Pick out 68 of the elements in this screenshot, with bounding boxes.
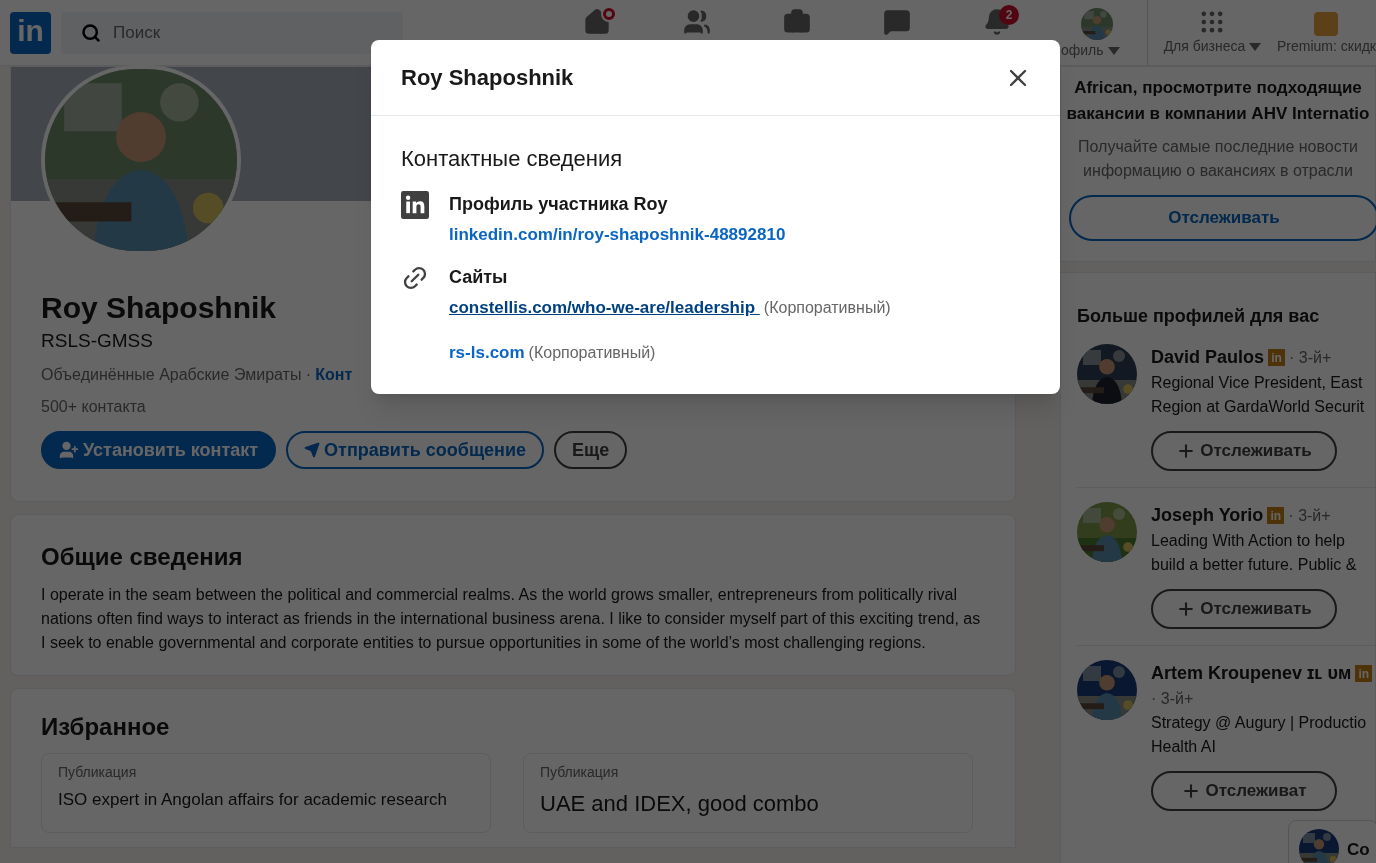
caret-icon <box>1107 46 1120 55</box>
profile-headline: RSLS-GMSS <box>41 328 153 353</box>
publication-title: UAE and IDEX, good combo <box>540 790 820 818</box>
profile-menu-label[interactable]: офиль <box>1060 40 1120 61</box>
promo-text: African, просмотрите подходящие <box>1074 77 1362 99</box>
chat-icon[interactable] <box>882 8 911 36</box>
premium-badge: in <box>1268 349 1286 366</box>
person-name[interactable]: David Paulos <box>1151 344 1265 371</box>
about-text: I operate in the seam between the political and commercial realms. As the world grows smaller, entrepreneurs from politically rival nations often find ways to interact as friends in the international business arena. I like to consider myself part of this exciting trend, as I seek to enable governmental and corporate entities to pursue opportunities in some of the world’s most challenging regions. <box>41 585 982 653</box>
publication-label: Публикация <box>540 763 620 782</box>
dialog-heading: Контактные сведения <box>401 145 624 173</box>
person-headline: Strategy @ Augury | Productio <box>1151 713 1368 733</box>
person-headline: Region at GardaWorld Securit <box>1151 397 1366 417</box>
section-label: Профиль участника Roy <box>449 193 669 216</box>
caret-icon <box>1249 42 1262 51</box>
messaging-widget[interactable]: Co <box>1288 820 1376 863</box>
dialog-title: Roy Shaposhnik <box>401 64 574 92</box>
website-type: (Корпоративный) <box>763 297 891 318</box>
send-icon <box>304 442 321 458</box>
person-headline: build a better future. Public & <box>1151 555 1358 575</box>
person-headline: Leading With Action to help <box>1151 531 1346 551</box>
connection-degree: · 3-й+ <box>1288 505 1331 526</box>
add-person-icon <box>59 440 79 460</box>
linkedin-logo[interactable]: in <box>10 11 52 54</box>
premium-badge: in <box>1267 507 1285 524</box>
premium-link[interactable]: Premium: скидк <box>1276 36 1376 57</box>
connection-degree: · 3-й+ <box>1151 689 1194 709</box>
publication-label: Публикация <box>58 763 138 782</box>
messaging-label: Co <box>1347 839 1370 861</box>
home-icon[interactable] <box>582 8 611 36</box>
person-headline: Health AI <box>1151 737 1217 757</box>
follow-button[interactable]: Отслеживать <box>1151 431 1337 471</box>
people-title: Больше профилей для вас <box>1077 305 1321 328</box>
website-type: (Корпоративный) <box>528 343 656 363</box>
publication-card[interactable]: Публикация UAE and IDEX, good combo <box>523 753 973 833</box>
person-name[interactable]: Joseph Yorio <box>1151 502 1264 529</box>
profile-name: Roy Shaposhnik <box>41 290 277 326</box>
section-title: Общие сведения <box>41 542 244 572</box>
promo-subtext: Получайте самые последние новости <box>1078 137 1358 157</box>
follow-button[interactable]: Отслеживат <box>1151 771 1337 811</box>
search-field[interactable]: Поиск <box>61 11 403 54</box>
location-text: Объединённые Арабские Эмираты · <box>41 365 312 385</box>
follow-button[interactable]: Отслеживать <box>1069 195 1376 241</box>
connect-button[interactable]: Установить контакт <box>41 431 277 469</box>
connections-count: 500+ контакта <box>41 397 146 417</box>
message-button[interactable]: Отправить сообщение <box>286 431 545 469</box>
follow-button[interactable]: Отслеживать <box>1151 589 1337 629</box>
premium-icon[interactable] <box>1314 12 1339 36</box>
business-menu-label[interactable]: Для бизнеса <box>1163 36 1262 57</box>
website-link[interactable]: constellis.com/who-we-are/leadership <box>449 294 760 320</box>
section-title: Избранное <box>41 712 171 742</box>
website-link[interactable]: rs-ls.com <box>449 340 525 366</box>
people-icon[interactable] <box>682 8 711 36</box>
publication-card[interactable]: Публикация ISO expert in Angolan affairs for academic research <box>41 753 491 833</box>
promo-text: вакансии в компании AHV Internatio <box>1066 103 1370 125</box>
connection-degree: · 3-й+ <box>1289 347 1332 368</box>
person-name[interactable]: Artem Kroupenev ɪʟ ᴜᴍ <box>1151 660 1352 687</box>
promo-subtext: информацию о вакансиях в отрасли <box>1083 161 1353 181</box>
section-label: Сайты <box>449 265 509 289</box>
premium-badge: in <box>1355 665 1373 682</box>
linkedin-icon <box>401 191 429 219</box>
search-icon <box>81 22 102 43</box>
contact-info-link[interactable]: Конт <box>315 363 353 387</box>
publication-title: ISO expert in Angolan affairs for academic research <box>58 789 448 811</box>
person-headline: Regional Vice President, East <box>1151 373 1364 393</box>
website-link[interactable]: linkedin.com/in/roy-shaposhnik-48892810 <box>449 222 786 248</box>
more-button[interactable]: Еще <box>554 431 628 469</box>
briefcase-icon[interactable] <box>782 8 811 36</box>
